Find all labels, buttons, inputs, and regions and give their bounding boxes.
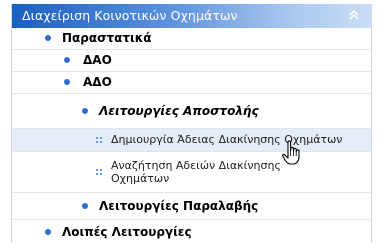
menu-item-create-permit[interactable]: Δημιουργία Άδειας Διακίνησης Οχημάτων (12, 129, 371, 152)
menu-item-label: Δημιουργία Άδειας Διακίνησης Οχημάτων (111, 133, 343, 146)
bullet-icon (82, 203, 88, 209)
panel-title: Διαχείριση Κοινοτικών Οχημάτων (22, 8, 238, 23)
menu-item-dao[interactable]: ΔΑΟ (12, 50, 371, 72)
menu-item-receive-functions[interactable]: Λειτουργίες Παραλαβής (12, 193, 371, 220)
menu-item-parastatika[interactable]: Παραστατικά (12, 28, 371, 50)
square-bullet-icon (96, 137, 102, 143)
menu-item-label-line1: Αναζήτηση Αδειών Διακίνησης (111, 159, 281, 172)
menu-item-label: Λοιπές Λειτουργίες (62, 225, 192, 239)
menu-item-ado[interactable]: ΑΔΟ (12, 72, 371, 94)
square-bullet-icon (96, 169, 102, 175)
menu-item-label: ΑΔΟ (83, 75, 112, 89)
bullet-icon (45, 229, 51, 235)
menu-item-label: Λειτουργίες Παραλαβής (99, 199, 259, 213)
bullet-icon (64, 79, 70, 85)
hand-pointer-icon (282, 140, 300, 165)
menu-item-label-line2: Οχημάτων (111, 172, 170, 185)
bullet-icon (45, 35, 51, 41)
menu-item-other-functions[interactable]: Λοιπές Λειτουργίες (12, 220, 371, 243)
navigation-panel: Διαχείριση Κοινοτικών Οχημάτων Παραστατι… (11, 4, 372, 243)
menu-item-search-permits[interactable]: Αναζήτηση Αδειών Διακίνησης Οχημάτων (12, 152, 371, 193)
double-chevron-up-icon[interactable] (346, 7, 362, 23)
menu-item-label: Παραστατικά (62, 31, 152, 45)
menu-item-send-functions[interactable]: Λειτουργίες Αποστολής (12, 94, 371, 129)
menu-item-label: ΔΑΟ (83, 53, 112, 67)
panel-header[interactable]: Διαχείριση Κοινοτικών Οχημάτων (12, 4, 371, 28)
bullet-icon (64, 57, 70, 63)
menu-item-label: Λειτουργίες Αποστολής (99, 104, 259, 118)
bullet-icon (82, 108, 88, 114)
